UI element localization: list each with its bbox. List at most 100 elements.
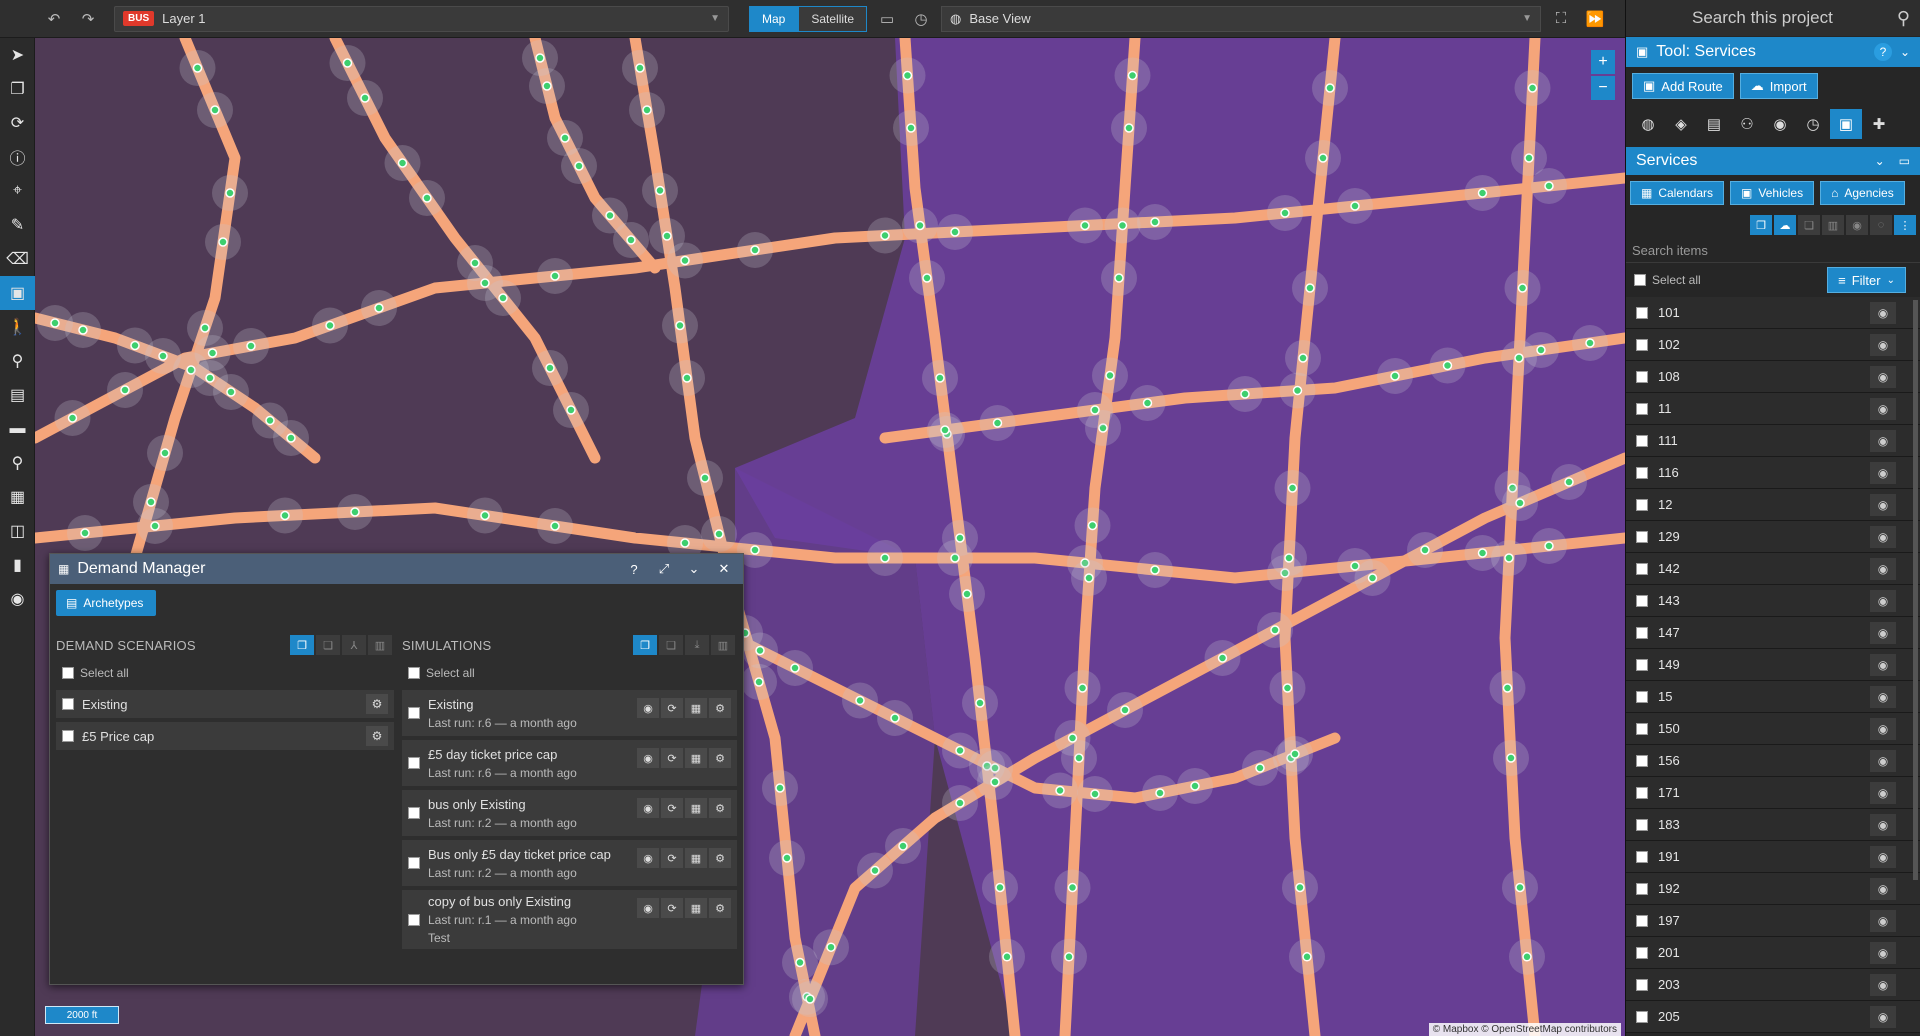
stop-marker[interactable] [1282,683,1293,693]
service-row[interactable]: 101 ◉ [1626,297,1920,329]
stop-marker[interactable] [246,341,256,351]
service-row[interactable]: 11 ◉ [1626,393,1920,425]
stop-marker[interactable] [158,351,168,361]
eye-icon[interactable]: ◉ [637,898,659,918]
scenario-checkbox[interactable] [62,730,74,742]
stop-marker[interactable] [1117,220,1128,231]
monitor-icon[interactable]: ▭ [873,6,901,32]
service-checkbox[interactable] [1636,786,1648,799]
stop-marker[interactable] [1090,789,1100,799]
service-checkbox[interactable] [1636,978,1648,991]
refresh-icon[interactable]: ⟳ [661,748,683,768]
scrollbar[interactable] [1913,300,1918,880]
stop-marker[interactable] [992,418,1003,428]
stop-marker[interactable] [922,273,932,283]
stop-marker[interactable] [550,521,560,531]
stop-marker[interactable] [680,255,690,266]
service-row[interactable]: 111 ◉ [1626,425,1920,457]
service-row[interactable]: 201 ◉ [1626,937,1920,969]
scenario-item[interactable]: Existing ⚙ [56,690,394,718]
service-checkbox[interactable] [1636,850,1648,863]
stop-marker[interactable] [1090,405,1100,415]
gear-icon[interactable]: ⚙ [709,898,731,918]
stop-marker[interactable] [750,245,760,255]
service-checkbox[interactable] [1636,370,1648,383]
stop-marker[interactable] [950,227,960,237]
service-checkbox[interactable] [1636,498,1648,511]
stop-marker[interactable] [990,777,1000,787]
stop-marker[interactable] [906,123,916,133]
stop-marker[interactable] [1564,477,1574,487]
simulation-item[interactable]: Bus only £5 day ticket price cap Last run… [402,840,737,886]
stop-marker[interactable] [1155,788,1165,798]
stop-marker[interactable] [1420,545,1430,555]
stop-marker[interactable] [775,783,785,793]
gear-icon[interactable]: ⚙ [366,726,388,746]
stop-marker[interactable] [870,865,880,876]
scenario-checkbox[interactable] [62,698,74,710]
simulation-item[interactable]: Existing Last run: r.6 — a month ago ◉ ⟳ ▦ ⚙ [402,690,737,736]
eye-icon[interactable]: ◉ [1846,215,1868,235]
service-checkbox[interactable] [1636,946,1648,959]
gear-icon[interactable]: ⚙ [709,698,731,718]
stop-marker[interactable] [940,425,950,435]
stop-marker[interactable] [1514,353,1524,363]
stop-marker[interactable] [1080,220,1090,231]
service-row[interactable]: 102 ◉ [1626,329,1920,361]
eye-icon[interactable]: ◉ [1870,813,1896,836]
stop-marker[interactable] [1504,553,1514,563]
stop-marker[interactable] [1544,541,1554,551]
zoom-out-button[interactable]: − [1591,76,1615,100]
stop-marker[interactable] [955,745,965,756]
simulation-item[interactable]: copy of bus only Existing Last run: r.1 —… [402,890,737,949]
help-icon[interactable]: ? [1873,43,1892,61]
zoom-in-button[interactable]: + [1591,50,1615,74]
copy-icon[interactable]: ❏ [316,635,340,655]
trash-icon[interactable]: ▥ [1822,215,1844,235]
stop-marker[interactable] [1217,653,1228,663]
stop-marker[interactable] [995,882,1005,893]
pin-icon[interactable]: ⌖ [0,174,35,208]
stop-marker[interactable] [902,70,913,81]
eye-icon[interactable]: ◉ [1870,749,1896,772]
stop-marker[interactable] [1515,498,1525,508]
layer-select[interactable]: BUS Layer 1 ▼ [114,5,729,32]
stop-marker[interactable] [1506,753,1516,763]
table-icon[interactable]: ▦ [685,848,707,868]
eye-icon[interactable]: ◉ [637,798,659,818]
chevron-down-icon[interactable]: ⌄ [1900,45,1910,59]
stop-marker[interactable] [1585,338,1595,348]
stop-marker[interactable] [325,320,335,331]
bus-icon[interactable]: ▣ [0,276,35,310]
stop-marker[interactable] [542,81,552,91]
service-row[interactable]: 149 ◉ [1626,649,1920,681]
eye-icon[interactable]: ◉ [1870,461,1896,484]
stop-marker[interactable] [498,293,508,303]
service-row[interactable]: 116 ◉ [1626,457,1920,489]
stop-marker[interactable] [265,415,275,426]
stop-marker[interactable] [1442,360,1453,371]
stop-marker[interactable] [422,193,432,203]
stop-marker[interactable] [1055,785,1065,796]
stop-marker[interactable] [790,663,800,673]
search-icon[interactable]: ⚲ [0,446,35,480]
cloud-upload-icon[interactable]: ☁ [1774,215,1796,235]
close-icon[interactable]: ✕ [713,558,735,580]
refresh-icon[interactable]: ⟳ [661,898,683,918]
comment-icon[interactable]: ▤ [0,378,35,412]
undo-icon[interactable]: ↶ [40,6,68,32]
eye-icon[interactable]: ◉ [1870,333,1896,356]
eye-icon[interactable]: ◉ [1870,653,1896,676]
table-icon[interactable]: ▦ [685,698,707,718]
stop-marker[interactable] [782,853,792,863]
gear-icon[interactable]: ⚙ [709,748,731,768]
eye-icon[interactable]: ◉ [1870,621,1896,644]
select-all-checkbox[interactable] [62,667,74,679]
stop-marker[interactable] [890,713,900,723]
eye-icon[interactable]: ◉ [1870,493,1896,516]
stop-marker[interactable] [50,318,60,328]
service-row[interactable]: 147 ◉ [1626,617,1920,649]
stop-marker[interactable] [1255,763,1265,773]
stop-marker[interactable] [1325,83,1335,93]
agencies-button[interactable]: ⌂ Agencies [1820,181,1905,205]
